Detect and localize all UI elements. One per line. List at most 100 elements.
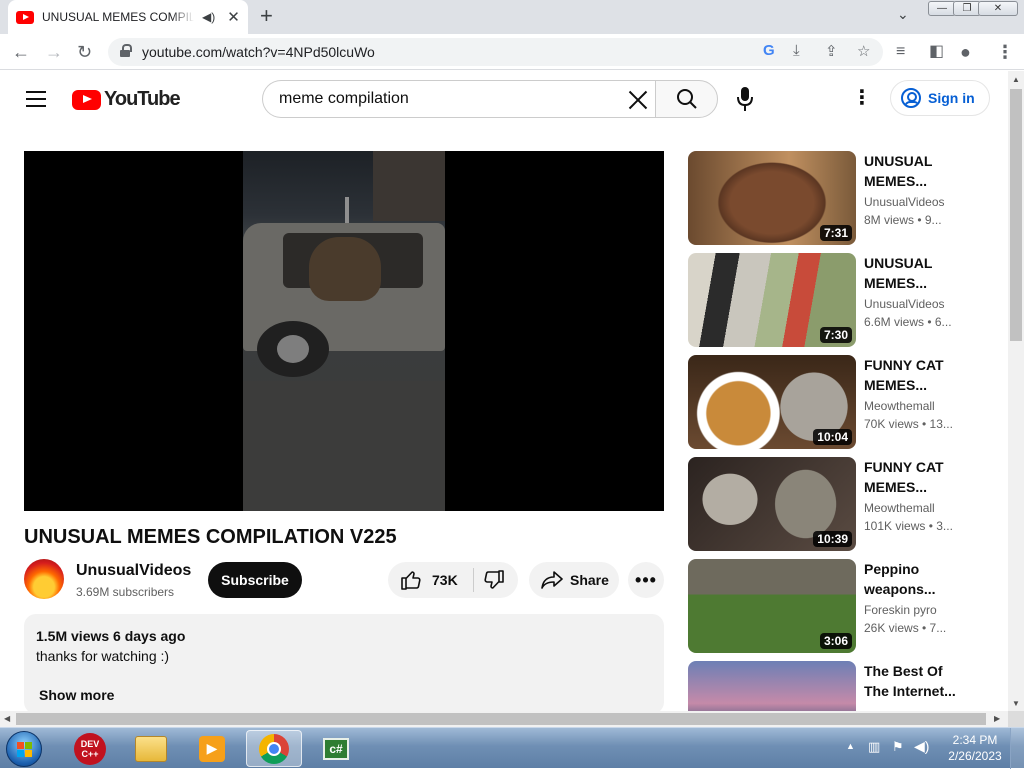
settings-kebab-icon[interactable]: ⋮ (852, 88, 872, 108)
taskbar-explorer[interactable] (123, 730, 179, 767)
taskbar-devcpp[interactable]: DEV C++ (62, 730, 118, 767)
close-window-button[interactable]: ✕ (978, 1, 1018, 16)
lock-icon[interactable] (120, 44, 132, 58)
recommended-channel[interactable]: Foreskin pyro (864, 603, 937, 617)
tab-search-chevron-icon[interactable]: ⌄ (897, 6, 909, 23)
youtube-logo[interactable]: YouTube (72, 88, 181, 111)
thumbs-down-icon (484, 570, 504, 589)
restore-window-button[interactable]: ❐ (953, 1, 981, 16)
description-box[interactable]: 1.5M views 6 days ago thanks for watchin… (24, 614, 664, 714)
video-player[interactable] (24, 151, 664, 511)
action-center-flag-icon[interactable]: ⚑ (892, 739, 904, 755)
minimize-window-button[interactable]: — (928, 1, 956, 16)
recommended-video[interactable]: 7:30 UNUSUAL MEMES... UnusualVideos 6.6M … (688, 253, 998, 347)
volume-icon[interactable]: ◀︎) (914, 738, 929, 755)
windows-taskbar: DEV C++ ▶ c# ▲ ▥ ⚑ ◀︎) 2:34 PM 2/26/2023 (0, 727, 1024, 769)
search-button[interactable] (655, 80, 718, 118)
recommended-title[interactable]: UNUSUAL MEMES... (864, 253, 969, 293)
side-panel-icon[interactable]: ◧ (929, 41, 944, 63)
devcpp-icon: DEV C++ (74, 732, 106, 765)
recommended-title[interactable]: UNUSUAL MEMES... (864, 151, 969, 191)
media-controls-icon[interactable]: ≡ (896, 41, 905, 63)
subscribe-button[interactable]: Subscribe (208, 562, 302, 598)
share-arrow-icon (541, 571, 563, 589)
vertical-scroll-thumb[interactable] (1010, 89, 1022, 341)
recommended-video[interactable]: 10:39 FUNNY CAT MEMES... Meowthemall 101K… (688, 457, 998, 551)
new-tab-button[interactable]: + (260, 5, 273, 27)
google-lens-icon[interactable]: G (763, 42, 775, 59)
bookmark-star-icon[interactable]: ☆ (857, 42, 870, 60)
system-tray: ▲ ▥ ⚑ ◀︎) 2:34 PM 2/26/2023 (840, 728, 1024, 769)
video-thumbnail[interactable]: 7:31 (688, 151, 856, 245)
recommended-video[interactable]: 3:06 Peppino weapons... Foreskin pyro 26K… (688, 559, 998, 653)
reload-icon[interactable]: ↻ (77, 41, 92, 63)
taskbar-chrome[interactable] (246, 730, 302, 767)
clear-search-icon[interactable] (627, 89, 649, 111)
duration-badge: 10:04 (813, 429, 852, 445)
scrollbar-corner (1008, 711, 1024, 727)
clock-time[interactable]: 2:34 PM (945, 733, 1005, 747)
tab-title: UNUSUAL MEMES COMPILATION V225 - YouTube (42, 10, 194, 24)
show-desktop-button[interactable] (1010, 728, 1024, 769)
search-input[interactable]: meme compilation (262, 80, 655, 118)
browser-toolbar: ← → ↻ youtube.com/watch?v=4NPd50lcuWo G … (0, 34, 1024, 70)
like-button[interactable]: 73K (388, 562, 472, 598)
folder-icon (135, 735, 167, 762)
video-thumbnail[interactable]: 10:39 (688, 457, 856, 551)
audio-playing-icon[interactable]: ◀︎) (202, 10, 215, 24)
browser-tab-strip: UNUSUAL MEMES COMPILATION V225 - YouTube… (0, 0, 1024, 34)
guide-menu-icon[interactable] (26, 91, 46, 107)
forward-arrow-icon[interactable]: → (45, 41, 63, 63)
taskbar-media-player[interactable]: ▶ (184, 730, 240, 767)
scroll-right-arrow-icon[interactable]: ▶ (994, 714, 1000, 723)
show-more-button[interactable]: Show more (39, 687, 114, 703)
taskbar-csharp-ide[interactable]: c# (308, 730, 364, 767)
recommended-video[interactable]: 7:31 UNUSUAL MEMES... UnusualVideos 8M vi… (688, 151, 998, 245)
share-page-icon[interactable]: ⇪ (825, 42, 838, 60)
close-tab-icon[interactable]: ✕ (227, 8, 240, 26)
horizontal-scrollbar[interactable]: ◀ ▶ (0, 711, 1008, 727)
channel-avatar[interactable] (24, 559, 64, 599)
recommended-channel[interactable]: UnusualVideos (864, 297, 945, 311)
recommended-channel[interactable]: Meowthemall (864, 501, 935, 515)
recommended-channel[interactable]: UnusualVideos (864, 195, 945, 209)
profile-avatar-icon[interactable]: ● (960, 41, 971, 63)
address-url[interactable]: youtube.com/watch?v=4NPd50lcuWo (142, 44, 375, 60)
share-button[interactable]: Share (529, 562, 619, 598)
browser-menu-icon[interactable]: ⋮ (996, 41, 1014, 63)
network-icon[interactable]: ▥ (868, 739, 880, 755)
video-thumbnail[interactable] (688, 661, 856, 711)
voice-search-mic-icon[interactable] (735, 86, 755, 112)
video-thumbnail[interactable]: 10:04 (688, 355, 856, 449)
address-bar[interactable]: youtube.com/watch?v=4NPd50lcuWo G ⤓ ⇪ ☆ (108, 38, 883, 66)
recommended-title[interactable]: FUNNY CAT MEMES... (864, 457, 969, 497)
recommended-title[interactable]: The Best Of The Internet... (864, 661, 969, 701)
horizontal-scroll-thumb[interactable] (16, 713, 986, 725)
more-actions-button[interactable]: ••• (628, 562, 664, 598)
recommended-video[interactable]: The Best Of The Internet... (688, 661, 998, 711)
duration-badge: 7:30 (819, 327, 852, 343)
video-thumbnail[interactable]: 7:30 (688, 253, 856, 347)
scroll-up-arrow-icon[interactable]: ▲ (1012, 75, 1020, 84)
show-hidden-icons-icon[interactable]: ▲ (846, 741, 855, 751)
start-button[interactable] (6, 731, 42, 767)
back-arrow-icon[interactable]: ← (12, 41, 30, 63)
search-query-text[interactable]: meme compilation (279, 90, 409, 108)
media-player-icon: ▶ (199, 735, 225, 762)
sign-in-button[interactable]: Sign in (890, 80, 990, 116)
video-thumbnail[interactable]: 3:06 (688, 559, 856, 653)
scroll-left-arrow-icon[interactable]: ◀ (4, 714, 10, 723)
vertical-scrollbar[interactable]: ▲ ▼ (1008, 71, 1024, 711)
install-app-icon[interactable]: ⤓ (793, 42, 800, 59)
recommended-channel[interactable]: Meowthemall (864, 399, 935, 413)
recommended-video[interactable]: 10:04 FUNNY CAT MEMES... Meowthemall 70K … (688, 355, 998, 449)
share-label: Share (570, 572, 609, 588)
recommended-title[interactable]: Peppino weapons... (864, 559, 969, 599)
dislike-button[interactable] (474, 562, 518, 598)
channel-name[interactable]: UnusualVideos (76, 562, 191, 580)
browser-tab[interactable]: UNUSUAL MEMES COMPILATION V225 - YouTube… (8, 0, 248, 34)
account-circle-icon (901, 88, 921, 108)
recommended-title[interactable]: FUNNY CAT MEMES... (864, 355, 969, 395)
scroll-down-arrow-icon[interactable]: ▼ (1012, 699, 1020, 708)
clock-date[interactable]: 2/26/2023 (945, 749, 1005, 763)
